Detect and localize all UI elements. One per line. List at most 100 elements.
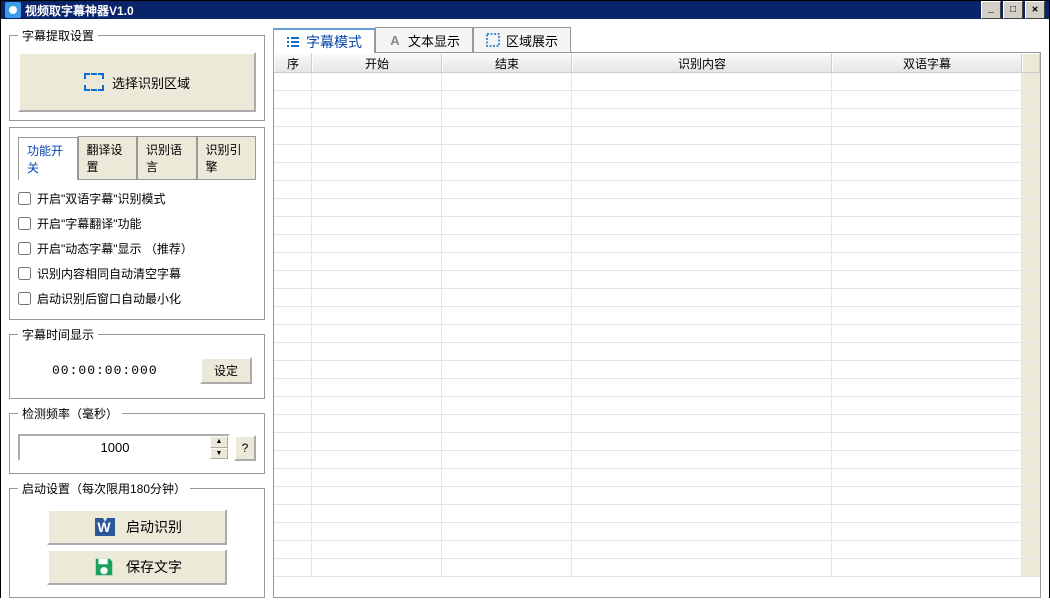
table-row[interactable] [274, 199, 1040, 217]
table-row[interactable] [274, 145, 1040, 163]
frequency-input[interactable] [20, 436, 210, 459]
table-row[interactable] [274, 73, 1040, 91]
col-content[interactable]: 识别内容 [572, 53, 832, 72]
settings-tabs-group: 功能开关 翻译设置 识别语言 识别引擎 开启"双语字幕"识别模式 开启"字幕翻译… [9, 127, 265, 320]
close-button[interactable]: ✕ [1025, 1, 1045, 19]
start-legend: 启动设置（每次限用180分钟） [18, 480, 190, 497]
checkbox-bilingual-input[interactable] [18, 192, 31, 205]
table-row[interactable] [274, 541, 1040, 559]
col-start[interactable]: 开始 [312, 53, 442, 72]
table-row[interactable] [274, 181, 1040, 199]
subtitle-grid: 序 开始 结束 识别内容 双语字幕 [273, 53, 1041, 598]
tab-engine[interactable]: 识别引擎 [197, 136, 257, 179]
tab-subtitle-mode[interactable]: 字幕模式 [273, 28, 375, 53]
tab-translate-settings[interactable]: 翻译设置 [78, 136, 138, 179]
right-tabs: 字幕模式 A 文本显示 区域展示 [273, 27, 1041, 53]
app-icon [5, 2, 21, 18]
tab-language[interactable]: 识别语言 [137, 136, 197, 179]
window-controls: _ □ ✕ [981, 1, 1045, 19]
table-row[interactable] [274, 127, 1040, 145]
checkbox-dynamic-label: 开启"动态字幕"显示 （推荐） [37, 240, 193, 257]
table-row[interactable] [274, 307, 1040, 325]
table-row[interactable] [274, 325, 1040, 343]
start-icon: W [92, 515, 116, 539]
maximize-button[interactable]: □ [1003, 1, 1023, 19]
checkbox-bilingual-mode[interactable]: 开启"双语字幕"识别模式 [18, 186, 256, 211]
extract-settings-group: 字幕提取设置 选择识别区域 [9, 27, 265, 121]
checkbox-translate-input[interactable] [18, 217, 31, 230]
titlebar[interactable]: 视频取字幕神器V1.0 _ □ ✕ [1, 1, 1049, 19]
selection-rect-icon [84, 73, 104, 91]
grid-body[interactable] [274, 73, 1040, 597]
start-settings-group: 启动设置（每次限用180分钟） W 启动识别 保存文字 [9, 480, 265, 598]
checkbox-translate[interactable]: 开启"字幕翻译"功能 [18, 211, 256, 236]
checkbox-dynamic-input[interactable] [18, 242, 31, 255]
table-row[interactable] [274, 253, 1040, 271]
frequency-legend: 检测频率（毫秒） [18, 405, 122, 422]
content-area: 字幕提取设置 选择识别区域 功能开关 翻译设置 识别语言 识别引擎 开启"双语字… [1, 19, 1049, 606]
tab-text-display[interactable]: A 文本显示 [375, 27, 473, 52]
checkbox-dynamic[interactable]: 开启"动态字幕"显示 （推荐） [18, 236, 256, 261]
left-panel: 字幕提取设置 选择识别区域 功能开关 翻译设置 识别语言 识别引擎 开启"双语字… [9, 27, 265, 598]
checkbox-autoclear[interactable]: 识别内容相同自动清空字幕 [18, 261, 256, 286]
table-row[interactable] [274, 379, 1040, 397]
table-row[interactable] [274, 415, 1040, 433]
checkbox-autoclear-input[interactable] [18, 267, 31, 280]
tab-text-label: 文本显示 [408, 31, 460, 50]
checkbox-autoclear-label: 识别内容相同自动清空字幕 [37, 265, 181, 282]
table-row[interactable] [274, 487, 1040, 505]
save-button-label: 保存文字 [126, 557, 182, 577]
table-row[interactable] [274, 505, 1040, 523]
extract-legend: 字幕提取设置 [18, 27, 98, 44]
col-scroll-spacer [1022, 53, 1040, 72]
tab-area-display[interactable]: 区域展示 [473, 27, 571, 52]
spinner-down-button[interactable]: ▼ [210, 448, 228, 460]
right-panel: 字幕模式 A 文本显示 区域展示 序 开始 [273, 27, 1041, 598]
start-recognition-button[interactable]: W 启动识别 [47, 509, 227, 545]
save-icon [92, 555, 116, 579]
table-row[interactable] [274, 217, 1040, 235]
col-bilingual[interactable]: 双语字幕 [832, 53, 1022, 72]
area-icon [486, 33, 500, 47]
save-text-button[interactable]: 保存文字 [47, 549, 227, 585]
table-row[interactable] [274, 91, 1040, 109]
table-row[interactable] [274, 343, 1040, 361]
col-seq[interactable]: 序 [274, 53, 312, 72]
tab-function-switch[interactable]: 功能开关 [18, 137, 78, 180]
table-row[interactable] [274, 397, 1040, 415]
grid-header: 序 开始 结束 识别内容 双语字幕 [274, 53, 1040, 73]
table-row[interactable] [274, 559, 1040, 577]
frequency-group: 检测频率（毫秒） ▲ ▼ ? [9, 405, 265, 474]
time-row: 00:00:00:000 设定 [18, 351, 256, 390]
app-window: 视频取字幕神器V1.0 _ □ ✕ 字幕提取设置 选择识别区域 功能开关 翻译设… [0, 0, 1050, 598]
list-icon [286, 35, 300, 49]
table-row[interactable] [274, 523, 1040, 541]
checkbox-minimize-input[interactable] [18, 292, 31, 305]
table-row[interactable] [274, 361, 1040, 379]
table-row[interactable] [274, 433, 1040, 451]
frequency-help-button[interactable]: ? [234, 435, 256, 461]
table-row[interactable] [274, 235, 1040, 253]
col-end[interactable]: 结束 [442, 53, 572, 72]
table-row[interactable] [274, 271, 1040, 289]
table-row[interactable] [274, 163, 1040, 181]
text-icon: A [388, 33, 402, 47]
spinner-up-button[interactable]: ▲ [210, 436, 228, 448]
svg-text:W: W [97, 519, 111, 535]
table-row[interactable] [274, 469, 1040, 487]
time-legend: 字幕时间显示 [18, 326, 98, 343]
settings-tab-header: 功能开关 翻译设置 识别语言 识别引擎 [18, 136, 256, 180]
table-row[interactable] [274, 451, 1040, 469]
minimize-button[interactable]: _ [981, 1, 1001, 19]
table-row[interactable] [274, 289, 1040, 307]
svg-text:A: A [390, 33, 400, 47]
checkbox-minimize[interactable]: 启动识别后窗口自动最小化 [18, 286, 256, 311]
table-row[interactable] [274, 109, 1040, 127]
time-value: 00:00:00:000 [22, 363, 158, 378]
select-area-button[interactable]: 选择识别区域 [18, 52, 256, 112]
checkbox-translate-label: 开启"字幕翻译"功能 [37, 215, 142, 232]
tab-subtitle-label: 字幕模式 [306, 32, 362, 52]
time-set-button[interactable]: 设定 [200, 357, 252, 384]
checkbox-minimize-label: 启动识别后窗口自动最小化 [37, 290, 181, 307]
select-area-label: 选择识别区域 [112, 73, 190, 92]
